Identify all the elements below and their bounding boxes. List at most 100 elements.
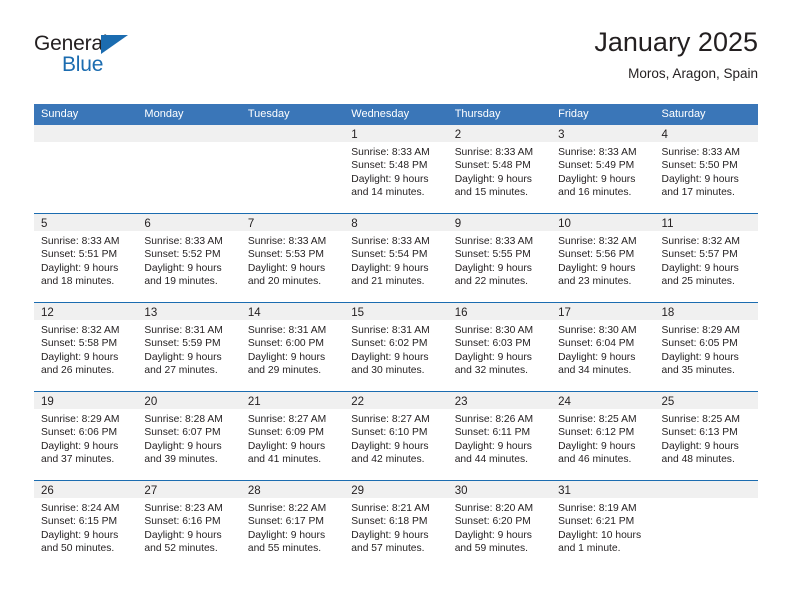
day-detail-line: Daylight: 9 hours	[41, 440, 119, 452]
day-detail-line: Daylight: 9 hours	[351, 529, 429, 541]
day-details: Sunrise: 8:33 AM Sunset: 5:51 PM Daylight:…	[34, 231, 137, 289]
day-number-band: 19	[34, 392, 138, 409]
day-detail-line: and 48 minutes.	[661, 454, 735, 466]
day-cell[interactable]: 1 Sunrise: 8:33 AM Sunset: 5:48 PM Daylight…	[344, 125, 448, 213]
day-detail-line: Sunrise: 8:30 AM	[558, 325, 637, 336]
day-cell[interactable]: 21 Sunrise: 8:27 AM Sunset: 6:09 PM Dayligh…	[240, 392, 345, 480]
day-cell[interactable]: 25 Sunrise: 8:25 AM Sunset: 6:13 PM Dayligh…	[654, 392, 758, 480]
day-cell[interactable]: 13 Sunrise: 8:31 AM Sunset: 5:59 PM Dayligh…	[137, 303, 241, 391]
day-detail-line: Daylight: 9 hours	[661, 351, 739, 363]
day-number-band: 30	[447, 481, 552, 498]
day-details: Sunrise: 8:28 AM Sunset: 6:07 PM Daylight:…	[137, 409, 240, 467]
page-title: January 2025	[594, 27, 758, 57]
day-details	[655, 498, 758, 502]
weekday-header-row: Sunday Monday Tuesday Wednesday Thursday Frid…	[34, 104, 758, 125]
day-detail-line: Sunset: 5:51 PM	[41, 249, 118, 261]
day-detail-line: Daylight: 9 hours	[661, 262, 739, 274]
day-cell[interactable]: 27 Sunrise: 8:23 AM Sunset: 6:16 PM Dayligh…	[137, 481, 241, 569]
day-detail-line: and 21 minutes.	[351, 276, 425, 288]
day-number: 7	[247, 218, 255, 230]
day-details: Sunrise: 8:30 AM Sunset: 6:03 PM Daylight:…	[448, 320, 551, 378]
day-detail-line: Sunset: 6:11 PM	[454, 427, 531, 439]
day-cell[interactable]: 29 Sunrise: 8:21 AM Sunset: 6:18 PM Dayligh…	[344, 481, 448, 569]
day-cell[interactable]: 23 Sunrise: 8:26 AM Sunset: 6:11 PM Dayligh…	[447, 392, 552, 480]
day-detail-line: Sunset: 6:04 PM	[558, 338, 635, 350]
day-cell[interactable]: 30 Sunrise: 8:20 AM Sunset: 6:20 PM Dayligh…	[447, 481, 552, 569]
day-detail-line: Daylight: 9 hours	[351, 262, 429, 274]
day-cell[interactable]: 19 Sunrise: 8:29 AM Sunset: 6:06 PM Dayligh…	[34, 392, 138, 480]
day-cell[interactable]: 5 Sunrise: 8:33 AM Sunset: 5:51 PM Daylight…	[34, 214, 138, 302]
day-number: 12	[41, 307, 54, 319]
day-number: 21	[247, 396, 261, 408]
day-detail-line: Daylight: 9 hours	[454, 262, 532, 274]
day-detail-line: and 39 minutes.	[144, 454, 218, 466]
brand-logo[interactable]: General Blue	[34, 32, 164, 88]
day-cell[interactable]: 2 Sunrise: 8:33 AM Sunset: 5:48 PM Daylight…	[447, 125, 552, 213]
day-detail-line: and 34 minutes.	[558, 365, 632, 377]
day-cell[interactable]: 9 Sunrise: 8:33 AM Sunset: 5:55 PM Daylight…	[447, 214, 552, 302]
day-cell[interactable]: 22 Sunrise: 8:27 AM Sunset: 6:10 PM Dayligh…	[344, 392, 448, 480]
day-cell[interactable]: 31 Sunrise: 8:19 AM Sunset: 6:21 PM Dayligh…	[551, 481, 655, 569]
day-number-band: 24	[551, 392, 655, 409]
day-number: 25	[661, 396, 675, 408]
day-detail-line: Sunset: 6:20 PM	[454, 516, 531, 528]
day-cell[interactable]: 14 Sunrise: 8:31 AM Sunset: 6:00 PM Dayligh…	[240, 303, 345, 391]
day-cell[interactable]: 3 Sunrise: 8:33 AM Sunset: 5:49 PM Daylight…	[551, 125, 655, 213]
day-number-band: 26	[34, 481, 138, 498]
day-details	[241, 142, 344, 146]
weekday-header-wednesday: Wednesday	[351, 108, 410, 120]
day-number-band: 15	[344, 303, 448, 320]
day-number-band	[34, 125, 138, 142]
day-cell[interactable]: 28 Sunrise: 8:22 AM Sunset: 6:17 PM Dayligh…	[240, 481, 345, 569]
day-number-band: 13	[137, 303, 241, 320]
day-detail-line: and 14 minutes.	[351, 187, 425, 199]
day-cell[interactable]: 26 Sunrise: 8:24 AM Sunset: 6:15 PM Dayligh…	[34, 481, 138, 569]
day-detail-line: Sunrise: 8:33 AM	[247, 236, 327, 247]
title-block: January 2025 Moros, Aragon, Spain	[594, 26, 758, 84]
weekday-header-friday: Friday	[558, 108, 589, 120]
day-number-band: 5	[34, 214, 138, 231]
day-number-band: 27	[137, 481, 241, 498]
day-detail-line: Daylight: 9 hours	[144, 262, 222, 274]
day-number: 22	[351, 396, 365, 408]
day-cell-empty	[34, 125, 138, 213]
day-detail-line: Sunset: 6:21 PM	[558, 516, 635, 528]
week-cells: 12 Sunrise: 8:32 AM Sunset: 5:58 PM Dayligh…	[34, 303, 758, 391]
day-cell[interactable]: 11 Sunrise: 8:32 AM Sunset: 5:57 PM Dayligh…	[654, 214, 758, 302]
day-detail-line: Sunrise: 8:33 AM	[351, 236, 430, 247]
day-number: 6	[144, 218, 151, 230]
day-cell[interactable]: 7 Sunrise: 8:33 AM Sunset: 5:53 PM Daylight…	[240, 214, 345, 302]
day-detail-line: Sunset: 5:53 PM	[247, 249, 324, 261]
day-detail-line: Daylight: 9 hours	[144, 351, 222, 363]
day-detail-line: Sunset: 6:06 PM	[41, 427, 118, 439]
day-detail-line: Sunset: 5:56 PM	[558, 249, 635, 261]
day-cell[interactable]: 6 Sunrise: 8:33 AM Sunset: 5:52 PM Daylight…	[137, 214, 241, 302]
day-number: 9	[454, 218, 462, 230]
day-detail-line: Daylight: 9 hours	[558, 351, 636, 363]
day-cell[interactable]: 24 Sunrise: 8:25 AM Sunset: 6:12 PM Dayligh…	[551, 392, 655, 480]
day-detail-line: and 32 minutes.	[454, 365, 528, 377]
day-number: 31	[558, 485, 571, 497]
day-cell[interactable]: 16 Sunrise: 8:30 AM Sunset: 6:03 PM Dayligh…	[447, 303, 552, 391]
day-number: 8	[351, 218, 358, 230]
day-detail-line: and 50 minutes.	[41, 543, 115, 555]
day-detail-line: Daylight: 9 hours	[247, 529, 326, 541]
day-cell[interactable]: 15 Sunrise: 8:31 AM Sunset: 6:02 PM Dayligh…	[344, 303, 448, 391]
day-number-band	[654, 481, 758, 498]
day-detail-line: Sunrise: 8:23 AM	[144, 503, 223, 514]
day-detail-line: Sunset: 6:12 PM	[558, 427, 635, 439]
day-cell[interactable]: 18 Sunrise: 8:29 AM Sunset: 6:05 PM Dayligh…	[654, 303, 758, 391]
day-details: Sunrise: 8:27 AM Sunset: 6:09 PM Daylight:…	[241, 409, 344, 467]
day-detail-line: and 35 minutes.	[661, 365, 735, 377]
day-detail-line: Sunset: 5:58 PM	[41, 338, 118, 350]
day-detail-line: and 26 minutes.	[41, 365, 115, 377]
day-number-band: 6	[137, 214, 241, 231]
day-number: 5	[41, 218, 48, 230]
day-cell[interactable]: 4 Sunrise: 8:33 AM Sunset: 5:50 PM Daylight…	[654, 125, 758, 213]
day-detail-line: Daylight: 9 hours	[144, 529, 222, 541]
day-cell[interactable]: 10 Sunrise: 8:32 AM Sunset: 5:56 PM Dayligh…	[551, 214, 655, 302]
day-cell[interactable]: 12 Sunrise: 8:32 AM Sunset: 5:58 PM Dayligh…	[34, 303, 138, 391]
day-cell[interactable]: 17 Sunrise: 8:30 AM Sunset: 6:04 PM Dayligh…	[551, 303, 655, 391]
day-cell[interactable]: 8 Sunrise: 8:33 AM Sunset: 5:54 PM Daylight…	[344, 214, 448, 302]
day-cell[interactable]: 20 Sunrise: 8:28 AM Sunset: 6:07 PM Dayligh…	[137, 392, 241, 480]
